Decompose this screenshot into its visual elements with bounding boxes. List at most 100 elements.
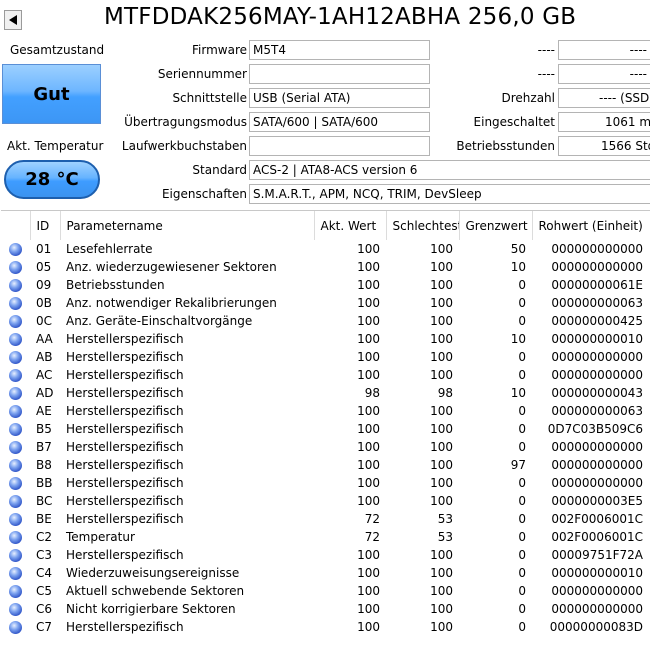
status-dot-icon xyxy=(9,531,22,544)
triangle-left-icon xyxy=(9,15,17,25)
attribute-name: Betriebsstunden xyxy=(66,278,165,292)
attribute-id: C5 xyxy=(36,584,53,598)
attribute-name: Wiederzuweisungsereignisse xyxy=(66,566,240,580)
attribute-id: AB xyxy=(36,350,53,364)
status-dot-icon xyxy=(9,297,22,310)
attribute-threshold: 10 xyxy=(510,332,526,346)
table-header-row: ID Parametername Akt. Wert Schlechtester… xyxy=(1,211,649,240)
table-row[interactable]: BB Herstellerspezifisch 100 100 0 00000000000… xyxy=(1,474,649,492)
status-dot-icon xyxy=(9,549,22,562)
attribute-raw: 00000000083D xyxy=(549,620,643,634)
column-header-worst[interactable]: Schlechtester xyxy=(386,211,460,240)
unknown-label-2: ---- xyxy=(537,67,555,81)
attribute-worst: 100 xyxy=(430,332,453,346)
attribute-current: 100 xyxy=(357,584,380,598)
attribute-id: C3 xyxy=(36,548,53,562)
attribute-raw: 000000000010 xyxy=(551,332,643,346)
table-row[interactable]: AD Herstellerspezifisch 98 98 10 000000000043 xyxy=(1,384,649,402)
serial-label: Seriennummer xyxy=(157,67,247,81)
status-cell xyxy=(1,438,30,456)
firmware-field: M5T4 xyxy=(249,40,430,60)
attribute-name: Nicht korrigierbare Sektoren xyxy=(66,602,236,616)
attribute-id: 0B xyxy=(36,296,52,310)
table-row[interactable]: C5 Aktuell schwebende Sektoren 100 100 0 0000… xyxy=(1,582,649,600)
attribute-raw: 000000000063 xyxy=(551,296,643,310)
table-row[interactable]: AB Herstellerspezifisch 100 100 0 00000000000… xyxy=(1,348,649,366)
attribute-name: Herstellerspezifisch xyxy=(66,620,184,634)
attribute-worst: 100 xyxy=(430,440,453,454)
attribute-name: Herstellerspezifisch xyxy=(66,494,184,508)
attribute-raw: 000000000000 xyxy=(551,242,643,256)
table-row[interactable]: C2 Temperatur 72 53 0 002F0006001C xyxy=(1,528,649,546)
status-cell xyxy=(1,312,30,330)
table-row[interactable]: C6 Nicht korrigierbare Sektoren 100 100 0 000… xyxy=(1,600,649,618)
attribute-name: Herstellerspezifisch xyxy=(66,476,184,490)
table-row[interactable]: AE Herstellerspezifisch 100 100 0 00000000006… xyxy=(1,402,649,420)
attribute-worst: 100 xyxy=(430,566,453,580)
attribute-id: 05 xyxy=(36,260,52,274)
status-cell xyxy=(1,582,30,600)
column-header-threshold[interactable]: Grenzwert xyxy=(459,211,533,240)
table-row[interactable]: 01 Lesefehlerrate 100 100 50 000000000000 xyxy=(1,240,649,258)
table-row[interactable]: B7 Herstellerspezifisch 100 100 0 00000000000… xyxy=(1,438,649,456)
attribute-current: 100 xyxy=(357,278,380,292)
attribute-raw: 002F0006001C xyxy=(551,530,643,544)
table-row[interactable]: 09 Betriebsstunden 100 100 0 00000000061E xyxy=(1,276,649,294)
table-row[interactable]: C3 Herstellerspezifisch 100 100 0 00009751F72… xyxy=(1,546,649,564)
status-dot-icon xyxy=(9,567,22,580)
table-row[interactable]: B5 Herstellerspezifisch 100 100 0 0D7C03B509C… xyxy=(1,420,649,438)
attribute-threshold: 0 xyxy=(518,530,526,544)
attribute-raw: 000000000000 xyxy=(551,458,643,472)
table-row[interactable]: BE Herstellerspezifisch 72 53 0 002F0006001C xyxy=(1,510,649,528)
column-header-current[interactable]: Akt. Wert xyxy=(314,211,387,240)
attribute-name: Herstellerspezifisch xyxy=(66,404,184,418)
power-on-count-field: 1061 mal xyxy=(558,112,650,132)
transfer-mode-field: SATA/600 | SATA/600 xyxy=(249,112,430,132)
unknown-field-2: ---- xyxy=(558,64,650,84)
table-row[interactable]: BC Herstellerspezifisch 100 100 0 0000000003E… xyxy=(1,492,649,510)
attribute-threshold: 0 xyxy=(518,548,526,562)
attribute-worst: 100 xyxy=(430,548,453,562)
attribute-worst: 100 xyxy=(430,278,453,292)
status-dot-icon xyxy=(9,405,22,418)
attribute-raw: 000000000000 xyxy=(551,476,643,490)
attribute-name: Anz. wiederzugewiesener Sektoren xyxy=(66,260,277,274)
table-row[interactable]: 0C Anz. Geräte-Einschaltvorgänge 100 100 0 00… xyxy=(1,312,649,330)
attribute-name: Aktuell schwebende Sektoren xyxy=(66,584,245,598)
attribute-id: AD xyxy=(36,386,54,400)
attribute-name: Anz. Geräte-Einschaltvorgänge xyxy=(66,314,253,328)
status-dot-icon xyxy=(9,585,22,598)
column-header-id[interactable]: ID xyxy=(30,211,61,240)
attribute-id: B8 xyxy=(36,458,52,472)
attribute-raw: 0000000003E5 xyxy=(551,494,643,508)
table-row[interactable]: 0B Anz. notwendiger Rekalibrierungen 100 10… xyxy=(1,294,649,312)
table-row[interactable]: B8 Herstellerspezifisch 100 100 97 0000000000… xyxy=(1,456,649,474)
column-header-status[interactable] xyxy=(1,211,31,240)
attribute-id: AC xyxy=(36,368,53,382)
column-header-name[interactable]: Parametername xyxy=(60,211,315,240)
temperature-badge[interactable]: 28 °C xyxy=(4,160,100,199)
attribute-raw: 00009751F72A xyxy=(551,548,643,562)
table-row[interactable]: AA Herstellerspezifisch 100 100 10 0000000000… xyxy=(1,330,649,348)
smart-attributes-table[interactable]: ID Parametername Akt. Wert Schlechtester… xyxy=(1,210,650,646)
attribute-raw: 000000000425 xyxy=(551,314,643,328)
table-row[interactable]: AC Herstellerspezifisch 100 100 0 00000000000… xyxy=(1,366,649,384)
previous-disk-button[interactable] xyxy=(4,10,22,30)
table-row[interactable]: 05 Anz. wiederzugewiesener Sektoren 100 100… xyxy=(1,258,649,276)
status-dot-icon xyxy=(9,351,22,364)
standard-field: ACS-2 | ATA8-ACS version 6 xyxy=(249,160,650,180)
attribute-worst: 100 xyxy=(430,476,453,490)
power-on-hours-label: Betriebsstunden xyxy=(456,139,555,153)
attribute-current: 100 xyxy=(357,602,380,616)
attribute-threshold: 50 xyxy=(510,242,526,256)
health-status-badge[interactable]: Gut xyxy=(2,64,101,124)
attribute-id: BE xyxy=(36,512,52,526)
features-label: Eigenschaften xyxy=(161,187,247,201)
table-row[interactable]: C7 Herstellerspezifisch 100 100 0 00000000083… xyxy=(1,618,649,636)
column-header-raw[interactable]: Rohwert (Einheit) xyxy=(532,211,649,240)
attribute-name: Herstellerspezifisch xyxy=(66,332,184,346)
attribute-threshold: 10 xyxy=(510,260,526,274)
status-cell xyxy=(1,618,30,636)
table-row[interactable]: C4 Wiederzuweisungsereignisse 100 100 0 00000… xyxy=(1,564,649,582)
status-dot-icon xyxy=(9,261,22,274)
